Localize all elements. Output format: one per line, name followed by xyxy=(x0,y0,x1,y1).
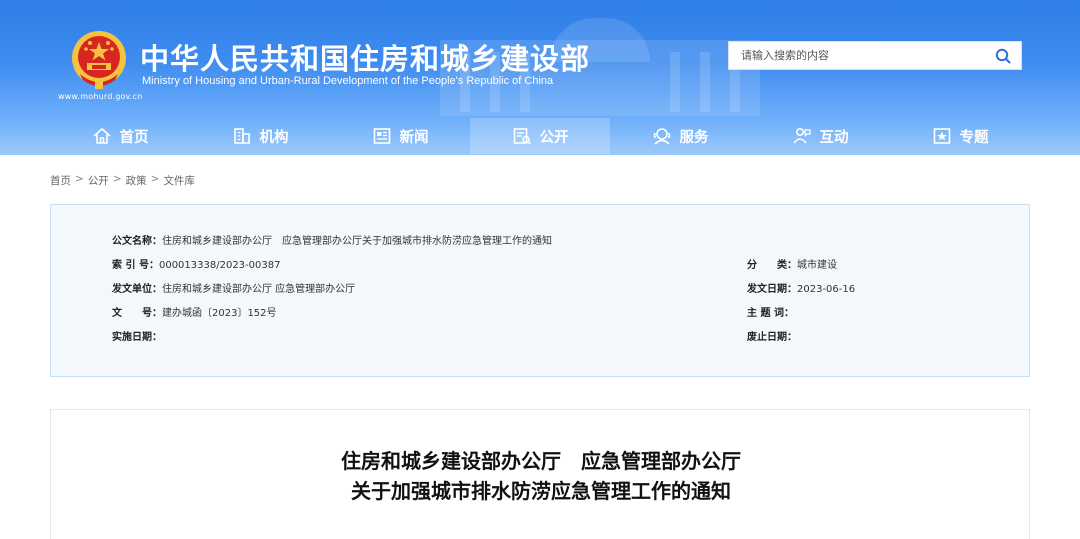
doc-date-value: 2023-06-16 xyxy=(797,284,856,295)
topic-icon xyxy=(933,128,950,144)
site-header: www.mohurd.gov.cn 中华人民共和国住房和城乡建设部 Minist… xyxy=(0,0,1080,155)
article-title-line2: 关于加强城市排水防涝应急管理工作的通知 xyxy=(351,479,731,503)
breadcrumb-public[interactable]: 公开 xyxy=(88,173,109,188)
doc-name-row: 公文名称：住房和城乡建设部办公厅 应急管理部办公厅关于加强城市排水防涝应急管理工… xyxy=(112,232,552,247)
nav-item-label: 公开 xyxy=(539,129,569,146)
nav-item-label: 首页 xyxy=(119,129,149,146)
doc-issuer-label: 发文单位： xyxy=(112,284,162,295)
site-subtitle: Ministry of Housing and Urban-Rural Deve… xyxy=(142,75,554,87)
doc-keywords-label: 主 题 词： xyxy=(747,308,794,319)
breadcrumb-separator: > xyxy=(75,173,84,185)
national-emblem-icon[interactable] xyxy=(70,30,128,90)
doc-issuer-value: 住房和城乡建设部办公厅 应急管理部办公厅 xyxy=(162,284,356,295)
home-icon xyxy=(92,127,111,144)
nav-item-home[interactable]: 首页 xyxy=(50,118,190,154)
doc-name-label: 公文名称： xyxy=(112,236,162,247)
breadcrumb-home[interactable]: 首页 xyxy=(50,173,71,188)
doc-expiry-label: 废止日期： xyxy=(747,332,797,343)
nav-item-news[interactable]: 新闻 xyxy=(330,118,470,154)
doc-index-value: 000013338/2023-00387 xyxy=(158,260,281,271)
article-title-line1: 住房和城乡建设部办公厅 应急管理部办公厅 xyxy=(341,449,741,473)
nav-item-public[interactable]: 公开 xyxy=(470,118,610,154)
breadcrumb-policy[interactable]: 政策 xyxy=(126,173,147,188)
doc-keywords-row: 主 题 词： xyxy=(747,304,794,319)
doc-effective-row: 实施日期： xyxy=(112,328,162,343)
article-content: 住房和城乡建设部办公厅 应急管理部办公厅 关于加强城市排水防涝应急管理工作的通知 xyxy=(50,409,1030,539)
nav-item-interaction[interactable]: 互动 xyxy=(750,118,890,154)
breadcrumb: 首页 > 公开 > 政策 > 文件库 xyxy=(50,173,195,188)
breadcrumb-separator: > xyxy=(112,173,122,185)
main-nav: 首页 机构 新闻 公开 服务 互动 专题 xyxy=(50,118,1030,154)
nav-item-label: 服务 xyxy=(679,129,709,146)
site-title[interactable]: 中华人民共和国住房和城乡建设部 xyxy=(140,36,590,78)
doc-category-label: 分 类： xyxy=(747,260,797,271)
nav-item-topic[interactable]: 专题 xyxy=(890,118,1030,154)
doc-expiry-row: 废止日期： xyxy=(747,328,797,343)
breadcrumb-separator: > xyxy=(150,173,160,185)
site-url: www.mohurd.gov.cn xyxy=(58,92,143,101)
building-icon xyxy=(233,128,250,144)
document-info-panel: 公文名称：住房和城乡建设部办公厅 应急管理部办公厅关于加强城市排水防涝应急管理工… xyxy=(50,204,1030,377)
nav-item-label: 机构 xyxy=(259,129,289,146)
search-icon[interactable] xyxy=(995,48,1011,64)
doc-category-row: 分 类：城市建设 xyxy=(747,256,837,271)
service-icon xyxy=(653,128,670,145)
doc-date-label: 发文日期： xyxy=(747,284,797,295)
breadcrumb-file-library[interactable]: 文件库 xyxy=(163,173,195,188)
nav-item-organization[interactable]: 机构 xyxy=(190,118,330,154)
doc-number-value: 建办城函〔2023〕152号 xyxy=(162,308,277,319)
search-input[interactable] xyxy=(729,42,979,69)
doc-effective-label: 实施日期： xyxy=(112,332,162,343)
nav-item-service[interactable]: 服务 xyxy=(610,118,750,154)
doc-index-row: 索 引 号：000013338/2023-00387 xyxy=(112,256,280,271)
interaction-icon xyxy=(792,127,811,144)
doc-index-label: 索 引 号： xyxy=(112,260,159,271)
news-icon xyxy=(373,128,390,144)
nav-item-label: 新闻 xyxy=(399,129,429,146)
doc-category-value: 城市建设 xyxy=(797,260,837,271)
doc-issuer-row: 发文单位：住房和城乡建设部办公厅 应急管理部办公厅 xyxy=(112,280,355,295)
doc-number-label: 文 号： xyxy=(112,308,162,319)
nav-item-label: 专题 xyxy=(959,129,989,146)
nav-item-label: 互动 xyxy=(819,129,849,146)
search-box xyxy=(728,41,1022,70)
doc-name-value: 住房和城乡建设部办公厅 应急管理部办公厅关于加强城市排水防涝应急管理工作的通知 xyxy=(162,236,552,247)
doc-number-row: 文 号：建办城函〔2023〕152号 xyxy=(112,304,277,319)
public-info-icon xyxy=(513,128,531,145)
doc-date-row: 发文日期：2023-06-16 xyxy=(747,280,855,295)
